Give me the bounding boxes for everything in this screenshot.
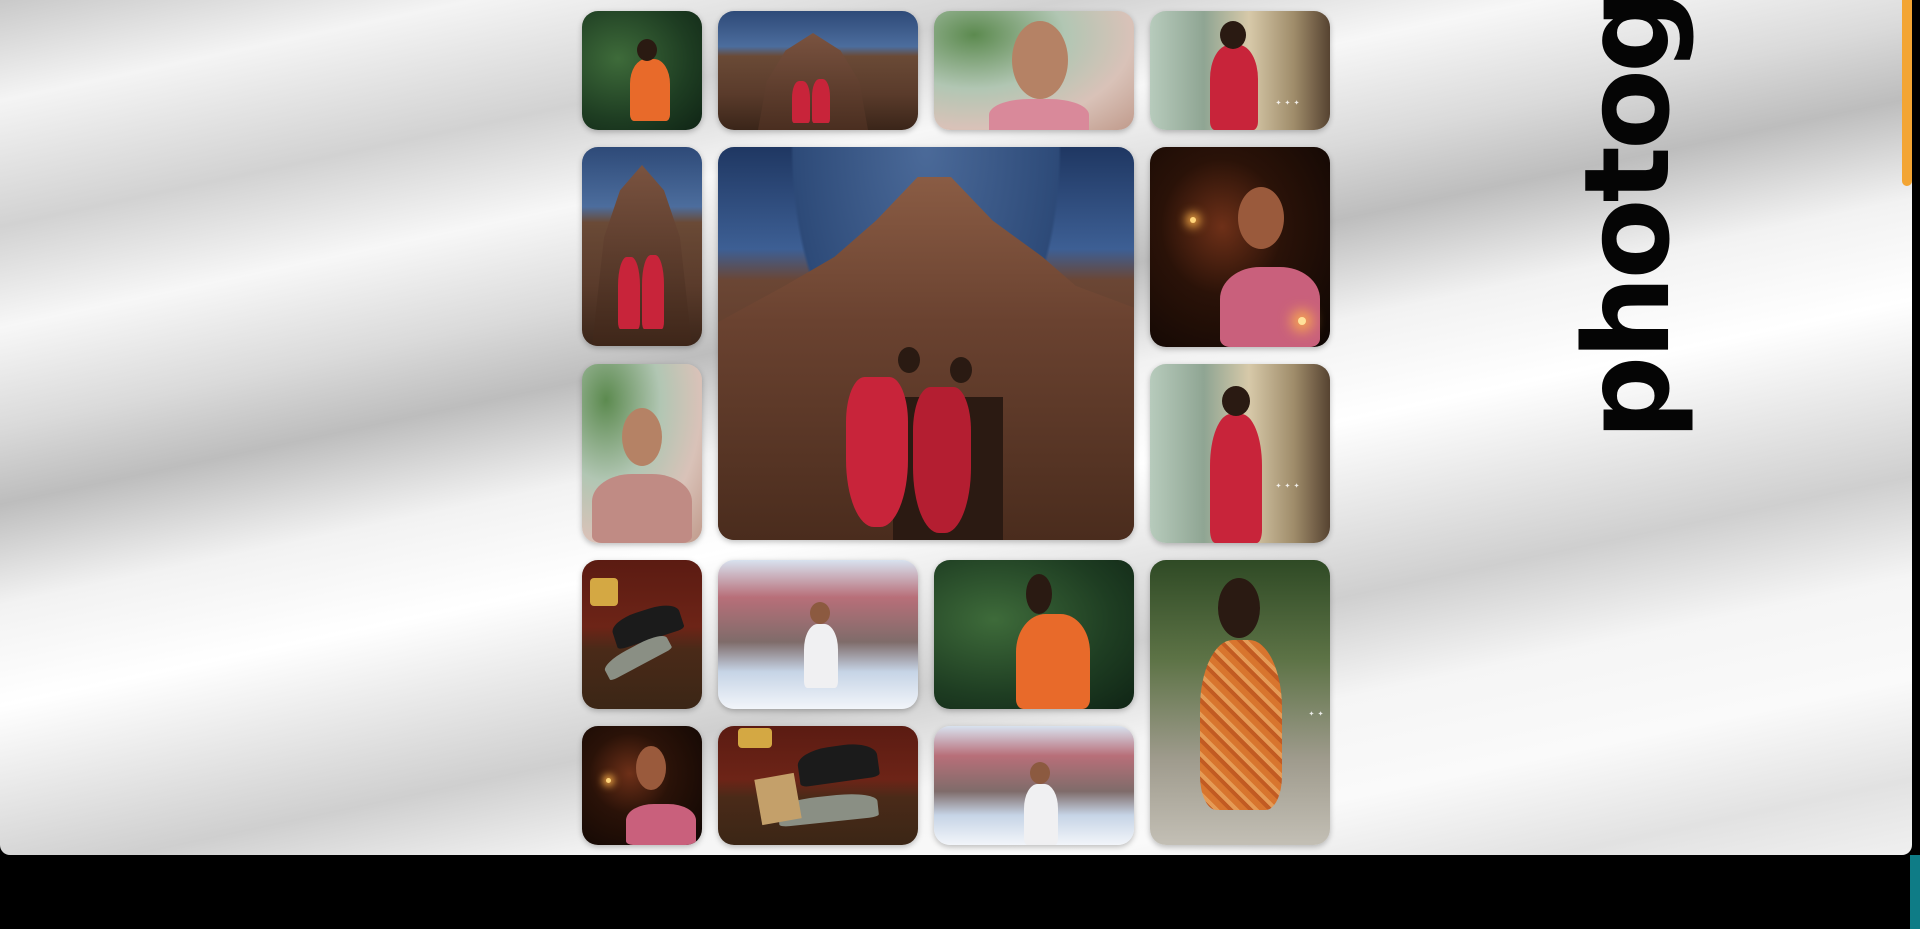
cushion — [590, 578, 618, 606]
vertical-heading: photogr — [1558, 0, 1696, 440]
figure — [804, 624, 838, 688]
scrollbar-thumb[interactable] — [1902, 0, 1912, 186]
light-glow — [1298, 317, 1306, 325]
gallery-photo[interactable] — [582, 726, 702, 845]
figure — [989, 99, 1089, 130]
gallery-photo[interactable] — [718, 726, 918, 845]
figure-head — [1026, 574, 1052, 614]
gallery-photo[interactable] — [718, 560, 918, 709]
figure-head — [1238, 187, 1284, 249]
figure — [630, 59, 670, 121]
gallery-photo[interactable] — [582, 364, 702, 543]
figure-head — [1012, 21, 1068, 99]
figure — [626, 804, 696, 845]
watermark: ✦ ✦ — [1308, 710, 1324, 718]
figure-head — [637, 39, 657, 61]
figure-head — [810, 602, 830, 624]
figure-head — [636, 746, 666, 790]
gallery-photo-featured[interactable] — [718, 147, 1134, 540]
figure-head — [950, 357, 972, 383]
gallery-photo[interactable] — [934, 11, 1134, 130]
figure-head — [1222, 386, 1250, 416]
gallery-photo[interactable] — [582, 560, 702, 709]
dancer-left — [846, 377, 908, 527]
gallery-photo[interactable] — [582, 147, 702, 346]
scrollbar-track[interactable] — [1902, 0, 1912, 855]
gallery-photo[interactable] — [582, 11, 702, 130]
watermark: ✦ ✦ ✦ — [1275, 99, 1300, 107]
gallery-photo[interactable]: ✦ ✦ — [1150, 560, 1330, 845]
figure-head — [1218, 578, 1260, 638]
watermark: ✦ ✦ ✦ — [1275, 482, 1300, 490]
gallery-photo[interactable]: ✦ ✦ ✦ — [1150, 11, 1330, 130]
page-viewport: photogr ✦ ✦ ✦ ✦ ✦ ✦ ✦ ✦ — [0, 0, 1912, 855]
gallery-photo[interactable]: ✦ ✦ ✦ — [1150, 364, 1330, 543]
gallery-photo[interactable] — [1150, 147, 1330, 347]
figure-head — [1220, 21, 1246, 49]
figure — [1210, 45, 1258, 130]
figure — [1024, 784, 1058, 845]
figure — [1200, 640, 1282, 810]
figure-head — [622, 408, 662, 466]
figure-head — [1030, 762, 1050, 784]
figure — [1210, 414, 1262, 543]
dancer-right — [913, 387, 971, 533]
figure-head — [898, 347, 920, 373]
gallery-photo[interactable] — [934, 560, 1134, 709]
gallery-photo[interactable] — [934, 726, 1134, 845]
figure — [1016, 614, 1090, 709]
light-glow — [1190, 217, 1196, 223]
figure — [792, 81, 810, 123]
figure — [1220, 267, 1320, 347]
light-glow — [606, 778, 611, 783]
figure — [618, 257, 640, 329]
cushion — [738, 728, 772, 748]
gallery-photo[interactable] — [718, 11, 918, 130]
figure — [592, 474, 692, 543]
bottom-accent-bar — [1910, 855, 1920, 929]
book — [754, 772, 802, 826]
figure — [812, 79, 830, 123]
figure — [642, 255, 664, 329]
